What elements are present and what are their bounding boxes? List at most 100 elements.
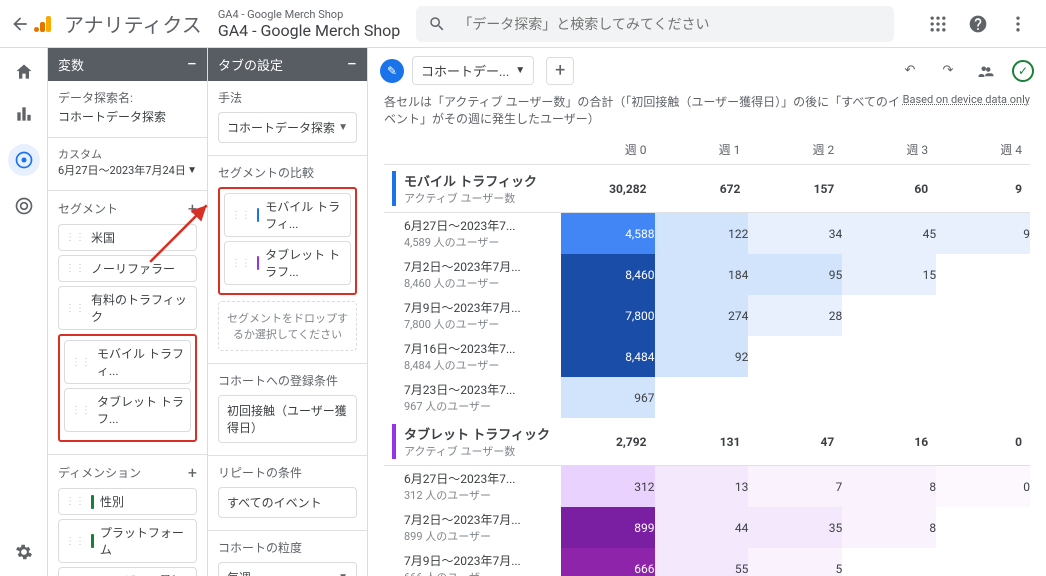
week-header: 週 0	[561, 135, 655, 165]
search-input[interactable]	[458, 16, 882, 32]
tab-settings-header[interactable]: タブの設定 −	[208, 48, 367, 81]
group-total: 30,282	[561, 165, 655, 213]
segment-compare-dropzone[interactable]: ⋮⋮モバイル トラフィ... ⋮⋮ タブレット トラフ...	[218, 187, 357, 295]
add-segment-icon[interactable]: +	[188, 199, 197, 218]
cohort-table: 週 0週 1週 2週 3週 4 モバイル トラフィックアクティブ ユーザー数30…	[384, 135, 1030, 576]
help-icon[interactable]	[966, 12, 990, 36]
cohort-cell	[748, 377, 842, 418]
apps-icon[interactable]	[926, 12, 950, 36]
table-row: 6月27日～2023年7...4,589 人のユーザー4,58812234459	[384, 213, 1030, 255]
granularity-value: 毎週	[227, 569, 251, 576]
row-date: 7月23日～2023年7...	[404, 381, 553, 398]
inclusion-value: 初回接触（ユーザー獲得日）	[227, 402, 348, 436]
collapse-icon[interactable]: −	[347, 54, 357, 75]
table-row: 7月9日～2023年7月...666 人のユーザー666555	[384, 548, 1030, 576]
add-dimension-icon[interactable]: +	[188, 463, 197, 482]
variables-panel-title: 変数	[58, 55, 84, 74]
nav-home-icon[interactable]	[12, 60, 36, 84]
search-icon	[428, 15, 446, 33]
segment-compare-chip[interactable]: ⋮⋮ タブレット トラフ...	[224, 241, 351, 285]
grip-icon: ⋮⋮	[231, 258, 251, 269]
chip-label: ノーリファラー	[91, 260, 175, 277]
segment-drop-placeholder[interactable]: セグメントをドロップするか選択してください	[218, 301, 357, 351]
week-header: 週 1	[655, 135, 749, 165]
cohort-cell: 8	[842, 466, 936, 508]
row-date: 7月9日～2023年7月...	[404, 552, 553, 569]
row-date: 7月9日～2023年7月...	[404, 299, 553, 316]
chip-label: 米国	[91, 229, 115, 246]
tab-settings-title: タブの設定	[218, 55, 283, 74]
cohort-cell: 7	[748, 466, 842, 508]
group-total: 60	[842, 165, 936, 213]
chip-label: タブレット トラフ...	[97, 393, 184, 427]
undo-icon[interactable]: ↶	[898, 59, 922, 83]
week-header: 週 3	[842, 135, 936, 165]
segment-compare-chip[interactable]: ⋮⋮モバイル トラフィ...	[224, 193, 351, 237]
edit-tab-icon[interactable]: ✎	[380, 59, 404, 83]
property-label: GA4 - Google Merch Shop	[218, 8, 400, 21]
back-arrow-icon[interactable]	[8, 12, 32, 36]
cohort-cell: 34	[748, 213, 842, 255]
segment-chip[interactable]: ⋮⋮ノーリファラー	[58, 255, 197, 282]
add-tab-button[interactable]: +	[546, 57, 574, 85]
dimension-chip[interactable]: ⋮⋮性別	[58, 488, 197, 515]
grip-icon: ⋮⋮	[65, 536, 85, 547]
row-sub: 8,460 人のユーザー	[404, 275, 553, 291]
chip-label: タブレット トラフ...	[265, 246, 344, 280]
cohort-cell	[936, 295, 1030, 336]
status-check-icon[interactable]: ✓	[1012, 60, 1034, 82]
cohort-cell: 8	[842, 507, 936, 548]
technique-label: 手法	[218, 89, 242, 106]
nav-explore-icon[interactable]	[8, 144, 40, 176]
dimensions-label: ディメンション	[58, 464, 141, 481]
cohort-cell: 5	[748, 548, 842, 576]
nav-ads-icon[interactable]	[12, 194, 36, 218]
exploration-name[interactable]: コホートデータ探索	[58, 108, 197, 125]
granularity-select[interactable]: 毎週 ▼	[218, 562, 357, 576]
group-total: 672	[655, 165, 749, 213]
collapse-icon[interactable]: −	[187, 54, 197, 75]
row-sub: 666 人のユーザー	[404, 569, 553, 576]
device-data-link[interactable]: Based on device data only	[903, 93, 1030, 106]
cohort-cell: 45	[842, 213, 936, 255]
tab-select[interactable]: コホートデー... ▼	[412, 56, 534, 85]
group-sub: アクティブ ユーザー数	[404, 443, 553, 459]
more-icon[interactable]	[1006, 12, 1030, 36]
cohort-cell	[936, 377, 1030, 418]
cohort-cell	[842, 377, 936, 418]
segment-chip[interactable]: ⋮⋮タブレット トラフ...	[64, 388, 191, 432]
technique-select[interactable]: コホートデータ探索 ▼	[218, 112, 357, 143]
row-sub: 4,589 人のユーザー	[404, 234, 553, 250]
row-date: 7月16日～2023年7...	[404, 340, 553, 357]
cohort-cell: 35	[748, 507, 842, 548]
grip-icon: ⋮⋮	[65, 232, 85, 243]
nav-admin-icon[interactable]	[12, 540, 36, 564]
table-row: 7月2日～2023年7月...8,460 人のユーザー8,4601849515	[384, 254, 1030, 295]
chevron-down-icon: ▼	[515, 65, 525, 76]
row-date: 7月2日～2023年7月...	[404, 258, 553, 275]
segment-chip[interactable]: ⋮⋮モバイル トラフィ...	[64, 340, 191, 384]
search-box[interactable]	[416, 6, 894, 42]
dimension-chip[interactable]: ⋮⋮ユーザーの最初の...	[58, 567, 197, 576]
group-total: 2,792	[561, 418, 655, 466]
cohort-cell	[936, 336, 1030, 377]
cohort-cell: 899	[561, 507, 655, 548]
date-custom-label: カスタム	[58, 146, 197, 162]
segment-chip[interactable]: ⋮⋮ 米国	[58, 224, 197, 251]
dimension-chip[interactable]: ⋮⋮プラットフォーム	[58, 519, 197, 563]
return-label: リピートの条件	[218, 464, 302, 481]
return-select[interactable]: すべてのイベント	[218, 487, 357, 518]
cohort-cell: 666	[561, 548, 655, 576]
inclusion-select[interactable]: 初回接触（ユーザー獲得日）	[218, 395, 357, 443]
granularity-label: コホートの粒度	[218, 539, 302, 556]
inclusion-label: コホートへの登録条件	[218, 372, 338, 389]
redo-icon[interactable]: ↷	[936, 59, 960, 83]
property-selector[interactable]: GA4 - Google Merch Shop GA4 - Google Mer…	[218, 6, 400, 42]
segment-chip[interactable]: ⋮⋮有料のトラフィック	[58, 286, 197, 330]
row-date: 6月27日～2023年7...	[404, 217, 553, 234]
nav-reports-icon[interactable]	[12, 102, 36, 126]
variables-panel-header[interactable]: 変数 −	[48, 48, 207, 81]
share-icon[interactable]	[974, 59, 998, 83]
date-range-picker[interactable]: 6月27日～2023年7月24日 ▼	[58, 162, 197, 178]
group-total: 0	[936, 418, 1030, 466]
